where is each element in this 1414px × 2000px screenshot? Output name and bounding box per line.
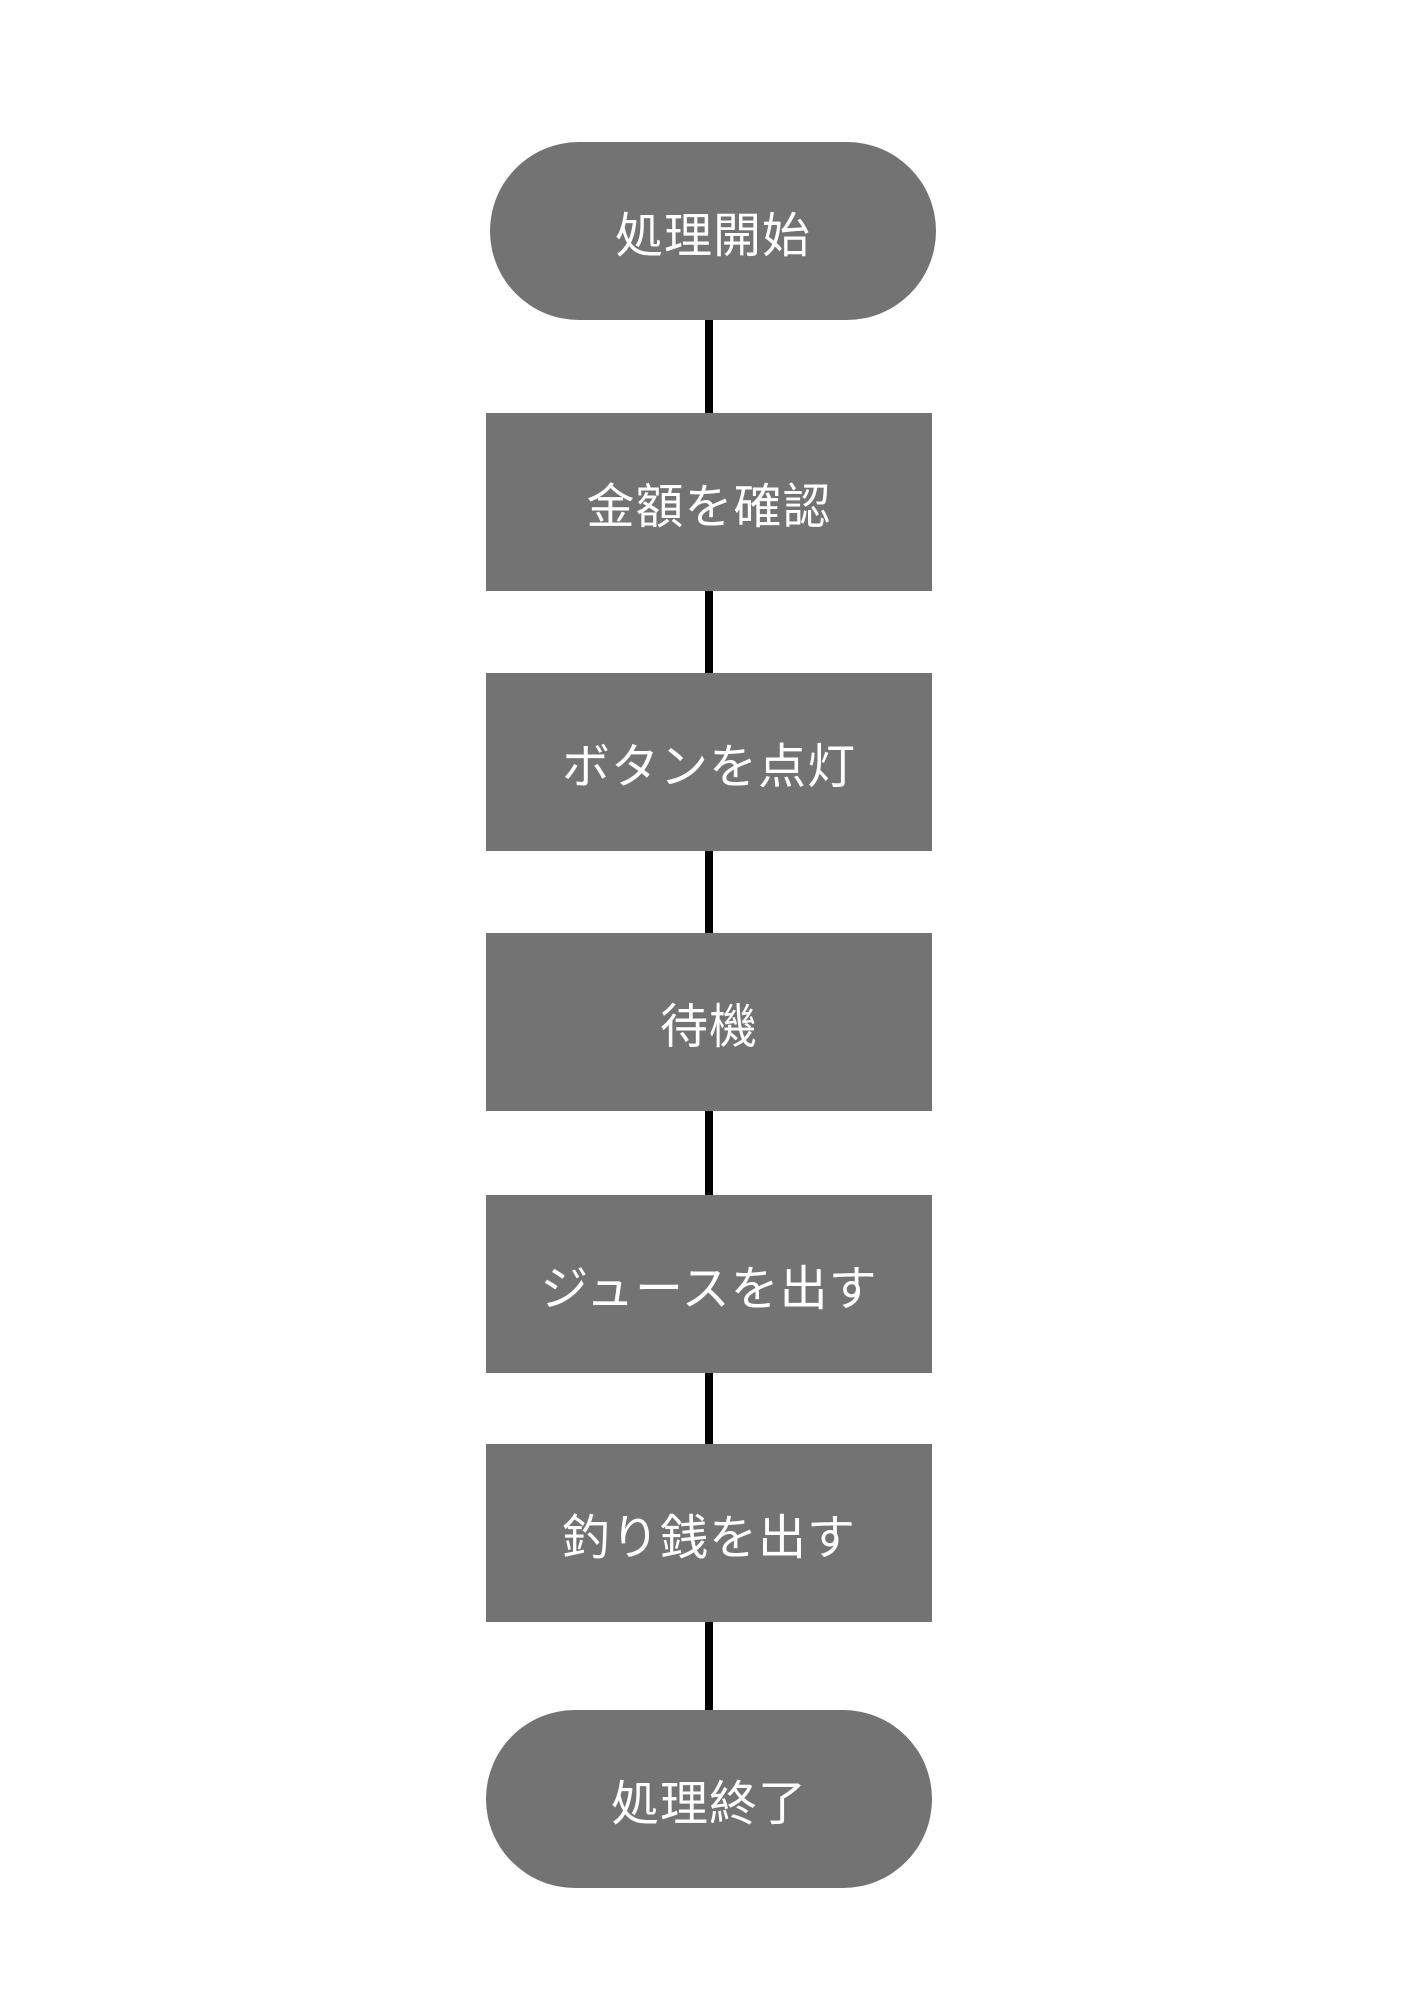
process-step-dispense-juice: ジュースを出す xyxy=(486,1195,932,1373)
process-step-wait: 待機 xyxy=(486,933,932,1111)
process-step-label: 金額を確認 xyxy=(586,479,832,535)
connector-step3-to-step4 xyxy=(705,1110,713,1197)
process-step-label: 釣り銭を出す xyxy=(561,1510,856,1566)
connector-step2-to-step3 xyxy=(705,850,713,935)
process-step-label: ボタンを点灯 xyxy=(561,739,856,795)
process-step-label: ジュースを出す xyxy=(540,1261,878,1317)
start-terminal: 処理開始 xyxy=(490,142,936,320)
start-terminal-label: 処理開始 xyxy=(614,208,811,264)
process-step-check-amount: 金額を確認 xyxy=(486,413,932,591)
process-step-dispense-change: 釣り銭を出す xyxy=(486,1444,932,1622)
end-terminal: 処理終了 xyxy=(486,1710,932,1888)
connector-step1-to-step2 xyxy=(705,590,713,675)
connector-step5-to-end xyxy=(705,1621,713,1712)
process-step-light-button: ボタンを点灯 xyxy=(486,673,932,851)
connector-start-to-step1 xyxy=(705,320,713,415)
end-terminal-label: 処理終了 xyxy=(610,1776,807,1832)
process-step-label: 待機 xyxy=(659,999,758,1055)
connector-step4-to-step5 xyxy=(705,1372,713,1446)
